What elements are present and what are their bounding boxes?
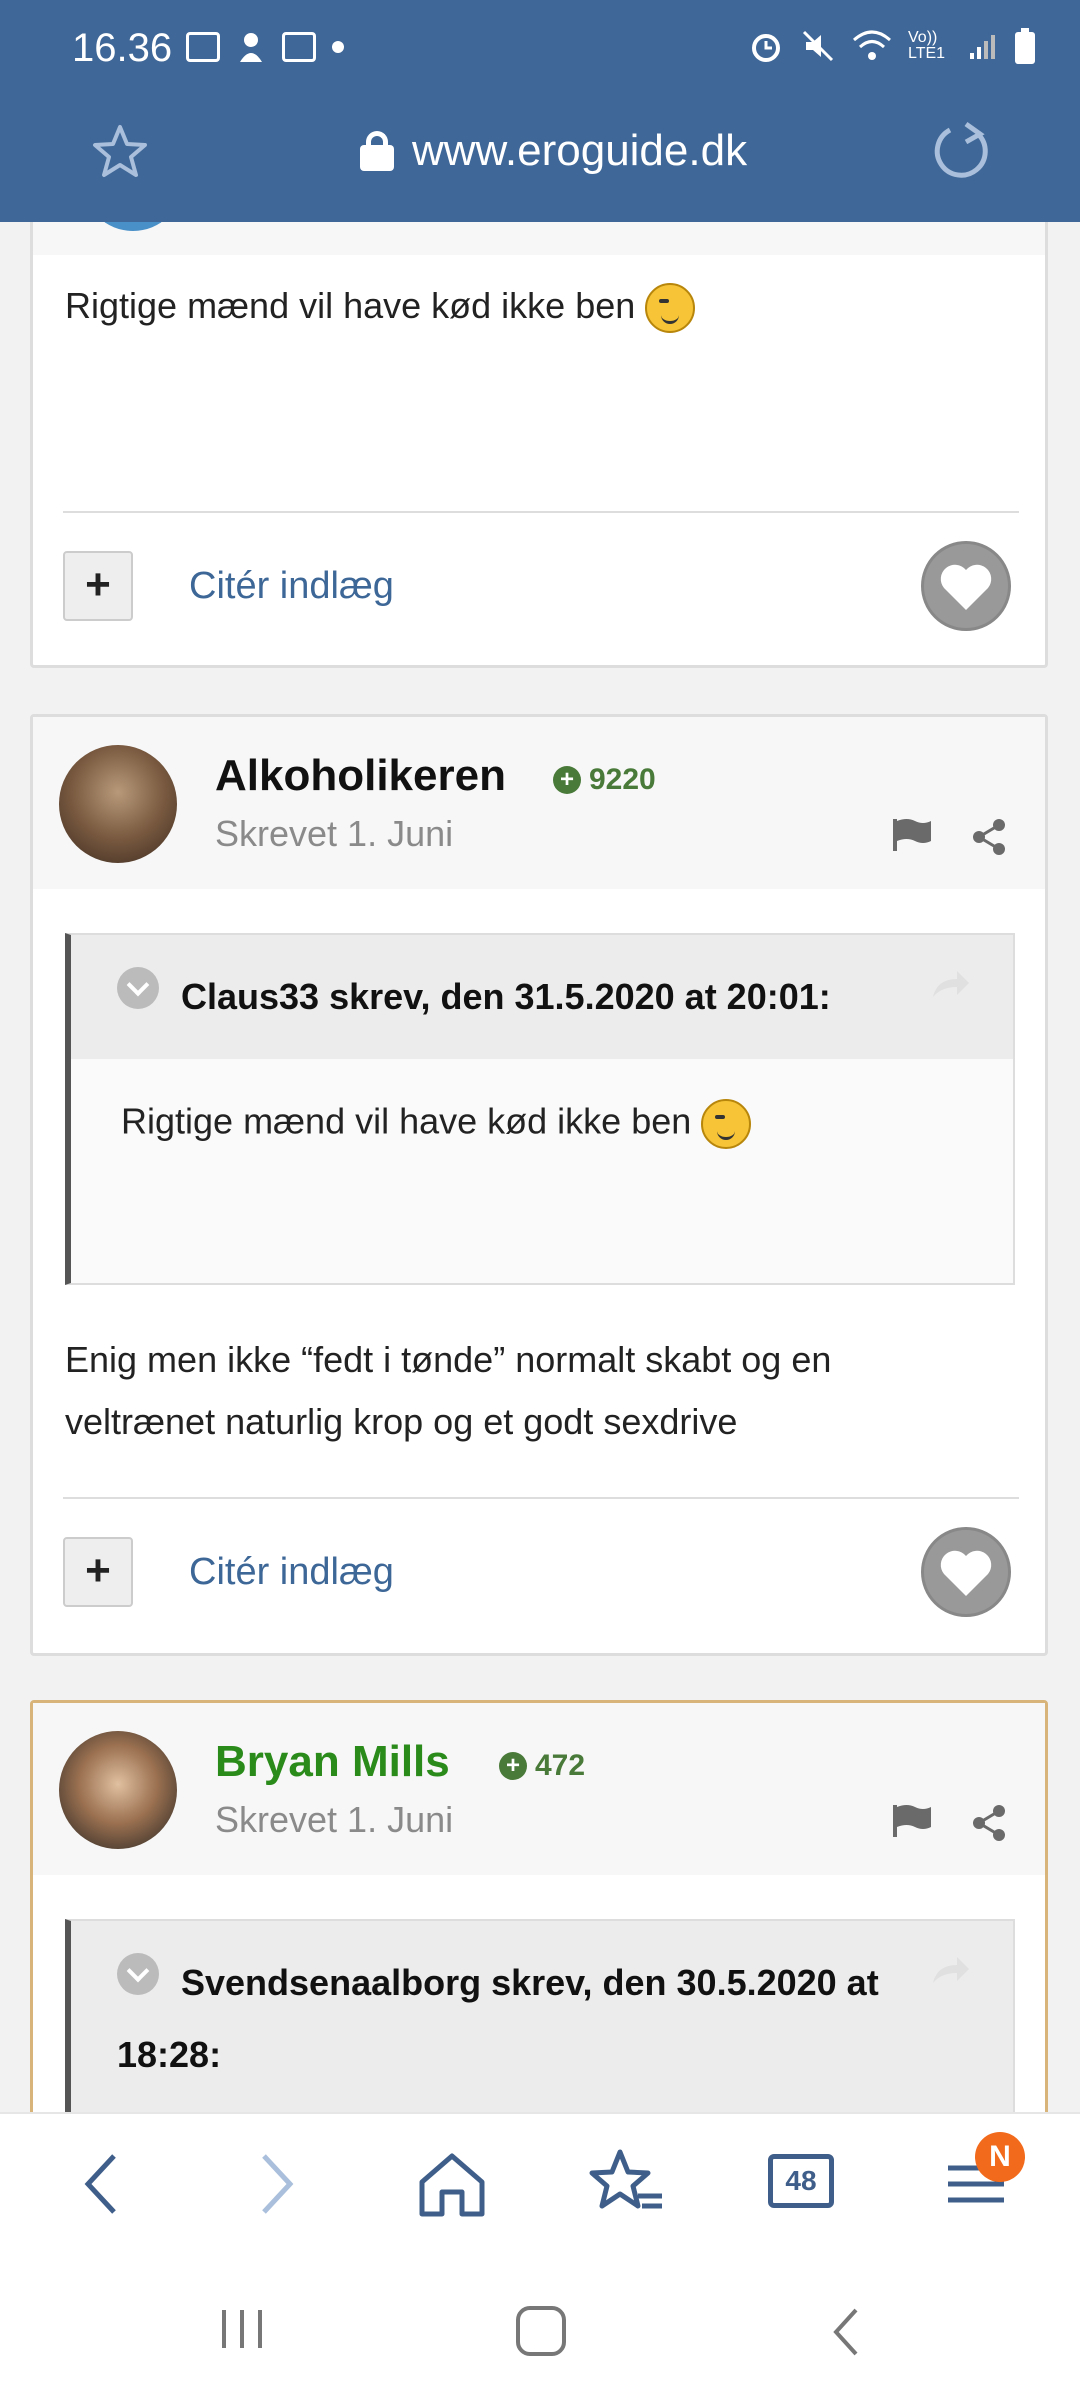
author-name[interactable]: Bryan Mills bbox=[215, 1737, 450, 1787]
wink-emoji-icon bbox=[701, 1099, 752, 1149]
forum-post: Rigtige mænd vil have kød ikke ben + Cit… bbox=[30, 222, 1048, 668]
quote-header-text-continued: 18:28: bbox=[117, 2034, 222, 2075]
quote-header-text: Svendsenaalborg skrev, den 30.5.2020 at bbox=[181, 1962, 879, 2003]
system-navigation-bar bbox=[0, 2260, 1080, 2400]
mute-icon bbox=[802, 30, 834, 62]
post-date: Skrevet 1. Juni bbox=[215, 813, 454, 854]
bookmarks-icon[interactable] bbox=[588, 2144, 668, 2224]
post-header: Bryan Mills + 472 Skrevet 1. Juni bbox=[33, 1703, 1045, 1875]
home-icon[interactable] bbox=[412, 2144, 492, 2224]
status-time: 16.36 bbox=[72, 26, 173, 70]
url-bar[interactable]: www.eroguide.dk bbox=[0, 110, 1080, 210]
forum-post: Bryan Mills + 472 Skrevet 1. Juni Svends… bbox=[30, 1700, 1048, 2112]
reputation-plus-icon: + bbox=[553, 766, 581, 794]
heart-icon bbox=[940, 564, 992, 610]
battery-icon bbox=[1015, 28, 1035, 64]
wifi-icon bbox=[853, 30, 891, 60]
post-header-partial bbox=[33, 222, 1045, 255]
quote-block: Svendsenaalborg skrev, den 30.5.2020 at … bbox=[65, 1919, 1015, 2112]
reputation-value: 9220 bbox=[589, 763, 656, 796]
notification-badge: N bbox=[975, 2132, 1025, 2182]
reputation-badge: + 472 bbox=[499, 1749, 585, 1783]
share-icon[interactable] bbox=[969, 1803, 1009, 1843]
system-icons: Vo)) LTE1 bbox=[748, 28, 1036, 64]
go-to-quote-icon[interactable] bbox=[931, 1955, 971, 1985]
report-flag-icon[interactable] bbox=[893, 1803, 933, 1839]
quote-post-link[interactable]: Citér indlæg bbox=[189, 565, 394, 608]
page-content[interactable]: Rigtige mænd vil have kød ikke ben + Cit… bbox=[0, 222, 1080, 2112]
reputation-plus-icon: + bbox=[499, 1752, 527, 1780]
app-notification-icon bbox=[240, 33, 262, 62]
quote-header-text: Claus33 skrev, den 31.5.2020 at 20:01: bbox=[181, 976, 831, 1017]
post-divider bbox=[63, 1497, 1019, 1499]
quote-post-link[interactable]: Citér indlæg bbox=[189, 1551, 394, 1594]
collapse-chevron-icon[interactable] bbox=[117, 967, 159, 1009]
forum-post: Alkoholikeren + 9220 Skrevet 1. Juni Cla… bbox=[30, 714, 1048, 1656]
notification-icons bbox=[186, 30, 344, 64]
avatar[interactable] bbox=[59, 1731, 177, 1849]
author-name[interactable]: Alkoholikeren bbox=[215, 751, 506, 801]
quote-body: Rigtige mænd vil have kød ikke ben bbox=[71, 1059, 1013, 1149]
post-body: Rigtige mænd vil have kød ikke ben bbox=[65, 275, 696, 337]
browser-toolbar bbox=[0, 2112, 1080, 2262]
lock-icon bbox=[360, 131, 394, 171]
share-icon[interactable] bbox=[969, 817, 1009, 857]
system-back-icon[interactable] bbox=[826, 2304, 866, 2360]
more-notifications-dot bbox=[332, 41, 344, 53]
quote-header: Claus33 skrev, den 31.5.2020 at 20:01: bbox=[71, 935, 1013, 1059]
signal-icon bbox=[970, 35, 995, 59]
bookmark-star-icon[interactable] bbox=[90, 122, 150, 182]
post-body-text: Rigtige mænd vil have kød ikke ben bbox=[65, 285, 636, 326]
post-header: Alkoholikeren + 9220 Skrevet 1. Juni bbox=[33, 717, 1045, 889]
recent-apps-icon[interactable] bbox=[214, 2304, 270, 2354]
heart-icon bbox=[940, 1550, 992, 1596]
post-date: Skrevet 1. Juni bbox=[215, 1799, 454, 1840]
avatar[interactable] bbox=[59, 745, 177, 863]
reload-icon[interactable] bbox=[930, 120, 992, 182]
collapse-chevron-icon[interactable] bbox=[117, 1953, 159, 1995]
report-flag-icon[interactable] bbox=[893, 817, 933, 853]
like-heart-button[interactable] bbox=[921, 1527, 1011, 1617]
status-bar: 16.36 Vo)) LTE1 bbox=[0, 0, 1080, 100]
tabs-button[interactable]: 48 bbox=[768, 2154, 834, 2208]
gallery-icon bbox=[186, 32, 220, 62]
wink-emoji-icon bbox=[645, 283, 696, 334]
multiquote-plus-button[interactable]: + bbox=[63, 551, 133, 621]
forward-arrow-icon[interactable] bbox=[236, 2144, 316, 2224]
email-icon bbox=[282, 32, 316, 62]
reputation-value: 472 bbox=[535, 1749, 586, 1782]
alarm-icon bbox=[752, 34, 780, 62]
back-arrow-icon[interactable] bbox=[62, 2144, 142, 2224]
like-heart-button[interactable] bbox=[921, 541, 1011, 631]
multiquote-plus-button[interactable]: + bbox=[63, 1537, 133, 1607]
go-to-quote-icon[interactable] bbox=[931, 969, 971, 999]
network-label: Vo)) LTE1 bbox=[908, 29, 946, 62]
home-button-icon[interactable] bbox=[514, 2304, 570, 2360]
quote-header: Svendsenaalborg skrev, den 30.5.2020 at … bbox=[71, 1921, 1013, 2112]
post-body-line: Enig men ikke “fedt i tønde” normalt ska… bbox=[65, 1339, 832, 1380]
quote-block: Claus33 skrev, den 31.5.2020 at 20:01: R… bbox=[65, 933, 1015, 1285]
reputation-badge: + 9220 bbox=[553, 763, 656, 797]
address-field[interactable]: www.eroguide.dk bbox=[360, 126, 747, 176]
post-body: Enig men ikke “fedt i tønde” normalt ska… bbox=[65, 1329, 831, 1453]
quote-body-text: Rigtige mænd vil have kød ikke ben bbox=[121, 1100, 692, 1142]
post-divider bbox=[63, 511, 1019, 513]
top-bar: 16.36 Vo)) LTE1 www.eroguide.dk bbox=[0, 0, 1080, 222]
post-body-line: veltrænet naturlig krop og et godt sexdr… bbox=[65, 1401, 738, 1442]
url-text: www.eroguide.dk bbox=[412, 126, 748, 175]
